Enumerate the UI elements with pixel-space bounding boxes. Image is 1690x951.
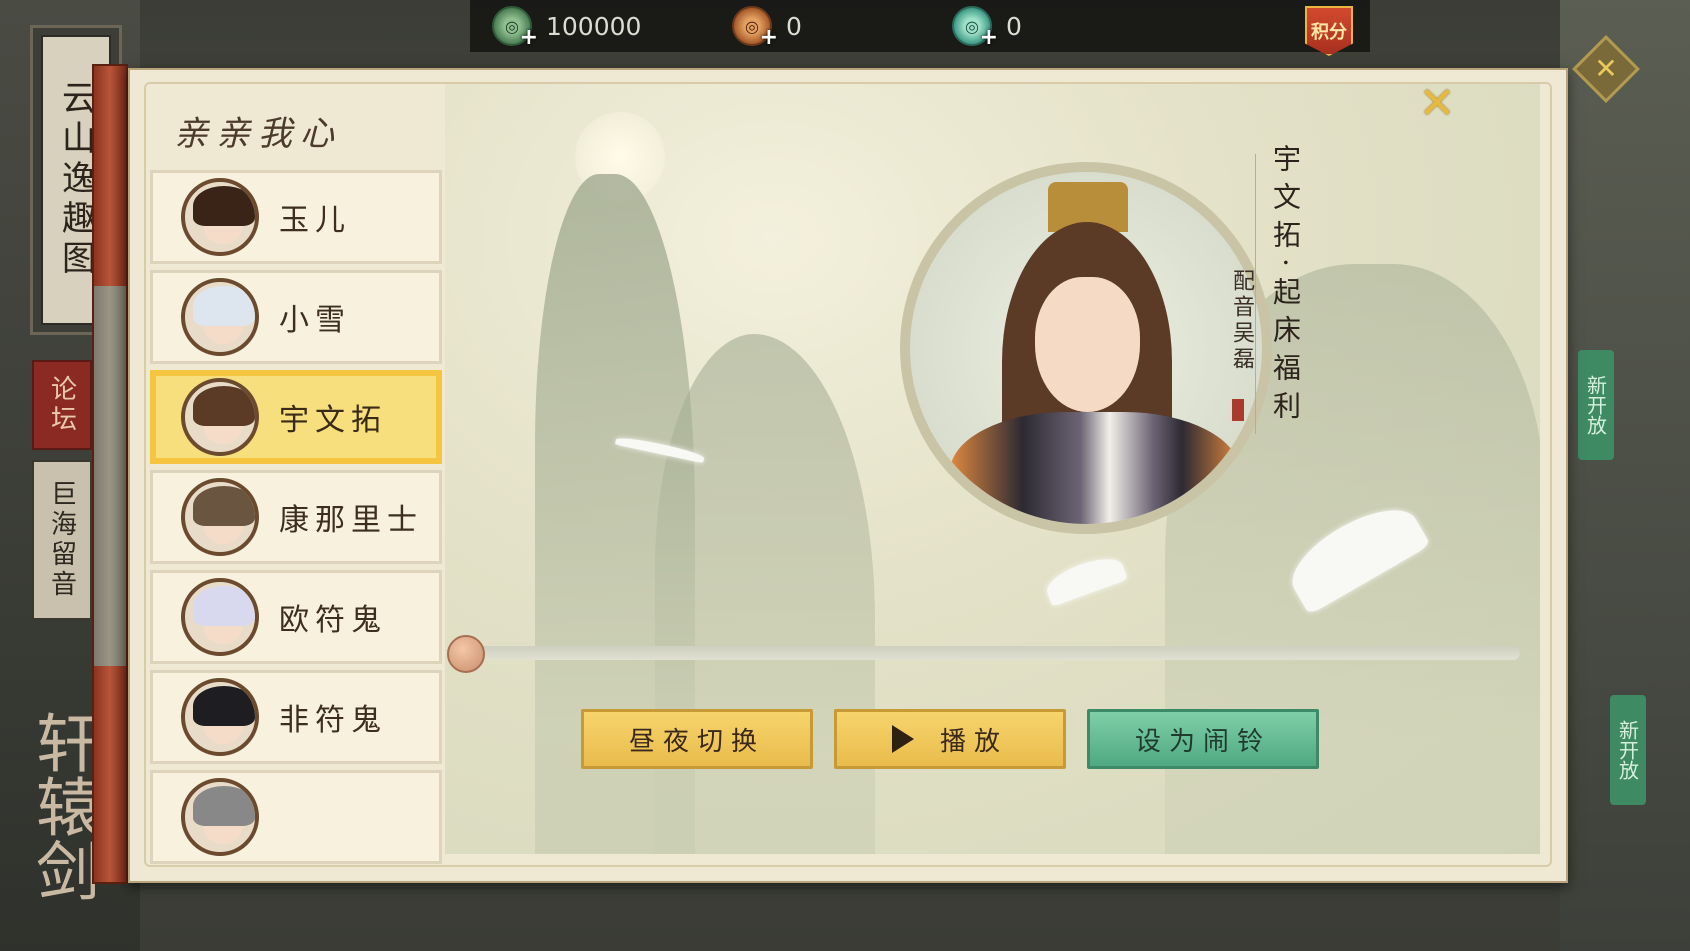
day-night-toggle-button[interactable]: 昼夜切换	[581, 709, 813, 769]
avatar-hair	[193, 386, 255, 426]
character-avatar	[181, 678, 259, 756]
character-scene: 宇文拓·起床福利 配音吴磊 昼夜切换 播放 设为闹铃	[445, 84, 1540, 854]
character-item[interactable]: 小雪	[150, 270, 442, 364]
currency-copper[interactable]: ◎ + 100000	[492, 6, 642, 50]
character-item[interactable]	[150, 770, 442, 864]
play-button[interactable]: 播放	[834, 709, 1066, 769]
game-logo: 轩辕剑	[25, 710, 99, 902]
currency-bar: ◎ + 100000 ◎ + 0 ◎ + 0	[470, 0, 1370, 52]
audio-progress-knob[interactable]	[447, 635, 485, 673]
character-name: 小雪	[279, 303, 351, 338]
currency-jade[interactable]: ◎ + 0	[952, 6, 1022, 50]
list-title: 亲亲我心	[174, 114, 342, 154]
character-name: 非符鬼	[279, 703, 387, 738]
jade-coin-value: 0	[1006, 11, 1022, 41]
background-right	[1560, 0, 1690, 951]
avatar-hair	[193, 186, 255, 226]
new-open-tag-2[interactable]: 新开放	[1610, 695, 1646, 805]
character-name: 康那里士	[279, 503, 423, 538]
portrait-body	[950, 412, 1240, 524]
set-alarm-label: 设为闹铃	[1134, 726, 1271, 757]
voice-actor: 配音吴磊	[1229, 269, 1254, 373]
character-name: 宇文拓	[279, 403, 387, 438]
character-avatar	[181, 278, 259, 356]
book-spine	[92, 64, 128, 884]
crane	[1042, 551, 1128, 607]
avatar-hair	[193, 786, 255, 826]
play-icon	[891, 725, 914, 753]
audio-progress-track[interactable]	[465, 646, 1520, 660]
cross-icon: ✕	[1594, 52, 1618, 85]
plus-icon: +	[979, 25, 998, 50]
avatar-hair	[193, 286, 255, 326]
close-icon[interactable]: ✕	[1415, 82, 1459, 126]
jade-coin-icon: ◎ +	[952, 6, 998, 50]
character-avatar	[181, 378, 259, 456]
avatar-hair	[193, 686, 255, 726]
copper-coin-value: 100000	[546, 11, 642, 41]
character-portrait	[900, 162, 1272, 534]
character-avatar	[181, 578, 259, 656]
play-label: 播放	[939, 726, 1008, 757]
spine-band	[94, 286, 126, 666]
plus-icon: +	[759, 25, 778, 50]
set-alarm-button[interactable]: 设为闹铃	[1087, 709, 1319, 769]
bronze-coin-value: 0	[786, 11, 802, 41]
avatar-hair	[193, 586, 255, 626]
sea-message-tag[interactable]: 巨海留音	[32, 460, 92, 620]
character-name: 玉儿	[279, 203, 351, 238]
currency-bronze[interactable]: ◎ + 0	[732, 6, 802, 50]
alarm-panel: 亲亲我心 玉儿小雪宇文拓康那里士欧符鬼非符鬼 宇文拓·起床福利 配音吴磊 昼夜切…	[128, 68, 1568, 883]
portrait-face	[1035, 277, 1140, 412]
character-name: 欧符鬼	[279, 603, 387, 638]
day-night-label: 昼夜切换	[628, 726, 765, 757]
character-avatar	[181, 778, 259, 856]
character-avatar	[181, 478, 259, 556]
character-item[interactable]: 玉儿	[150, 170, 442, 264]
red-seal	[1232, 399, 1244, 421]
mountain	[655, 334, 875, 854]
avatar-hair	[193, 486, 255, 526]
character-list[interactable]: 玉儿小雪宇文拓康那里士欧符鬼非符鬼	[150, 170, 450, 870]
character-item[interactable]: 非符鬼	[150, 670, 442, 764]
character-item[interactable]: 宇文拓	[150, 370, 442, 464]
audio-title: 宇文拓·起床福利	[1269, 144, 1302, 429]
character-avatar	[181, 178, 259, 256]
character-item[interactable]: 欧符鬼	[150, 570, 442, 664]
copper-coin-icon: ◎ +	[492, 6, 538, 50]
forum-tag[interactable]: 论坛	[32, 360, 92, 450]
new-open-tag-1[interactable]: 新开放	[1578, 350, 1614, 460]
bronze-coin-icon: ◎ +	[732, 6, 778, 50]
character-item[interactable]: 康那里士	[150, 470, 442, 564]
plus-icon: +	[519, 25, 538, 50]
